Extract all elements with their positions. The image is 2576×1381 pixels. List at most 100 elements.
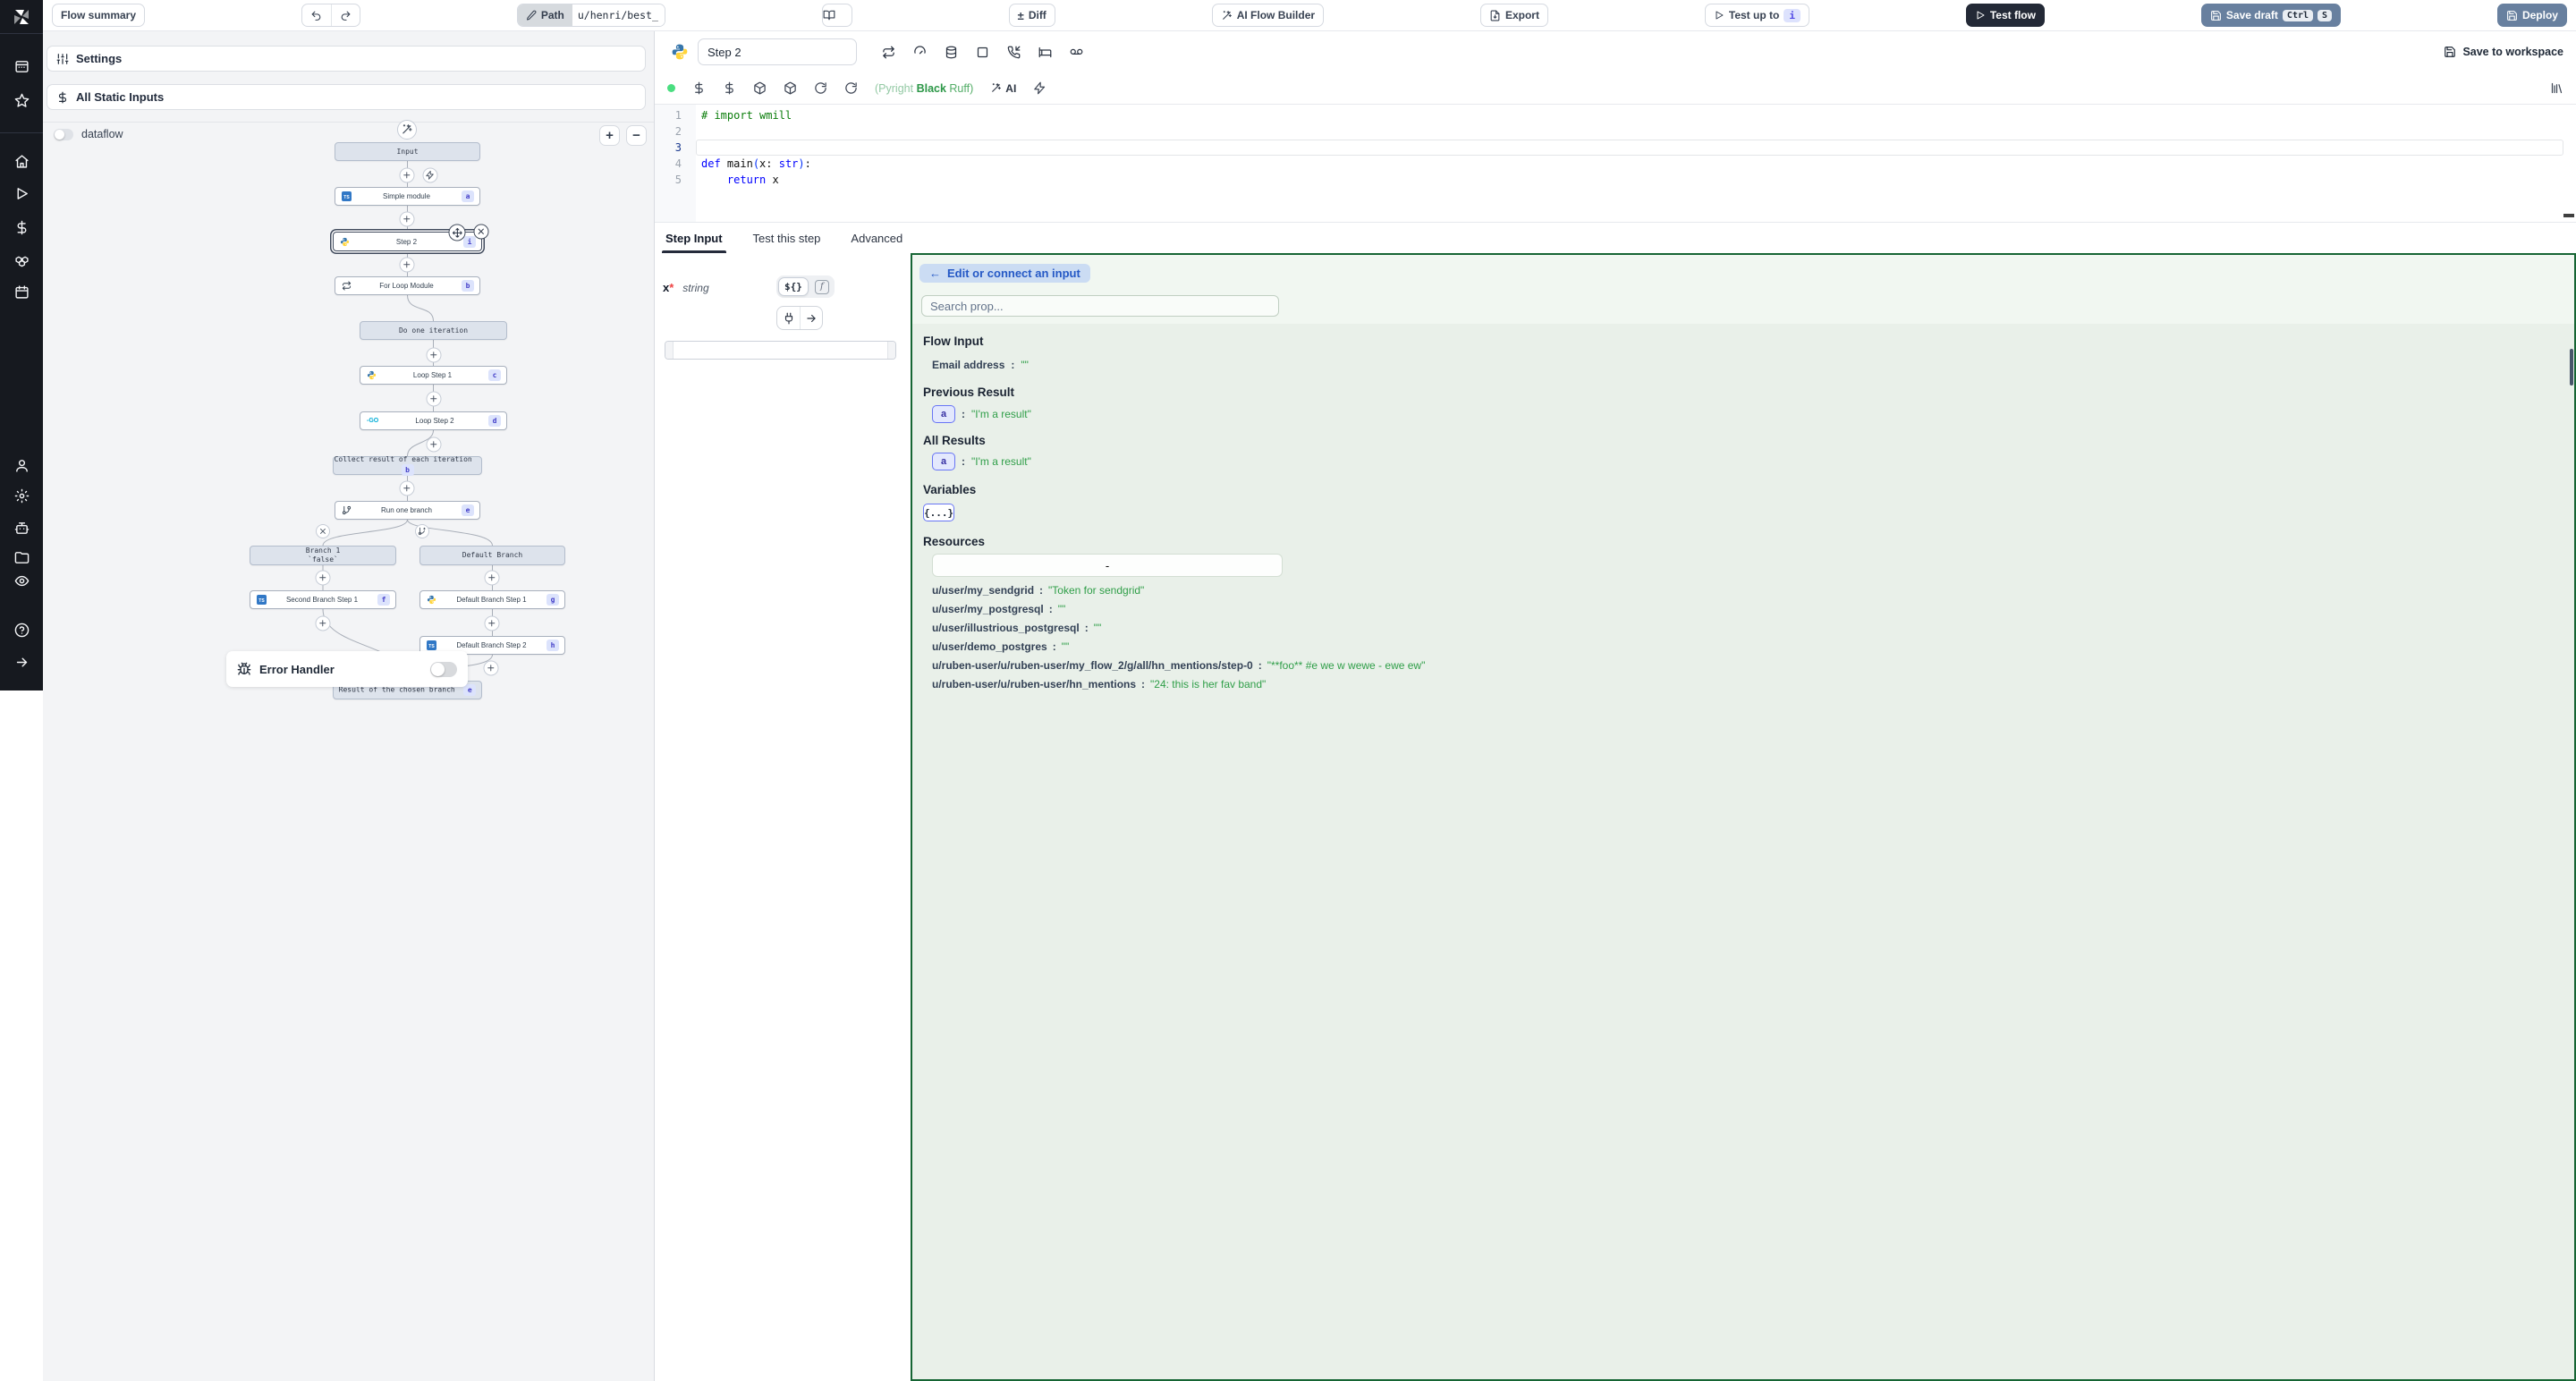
resource-row[interactable]: u/user/illustrious_postgresql:"" <box>923 619 2565 638</box>
dollar-icon[interactable] <box>723 81 736 95</box>
flow-node-collect[interactable]: Collect result of each iteration b <box>333 456 482 475</box>
undo-button[interactable] <box>302 4 331 26</box>
resources-filter-input[interactable]: - <box>932 554 1283 577</box>
trigger-button[interactable] <box>423 168 438 183</box>
step-chip[interactable]: a <box>932 405 955 423</box>
code-editor[interactable]: 12345 # import wmilldef main(x: str): re… <box>655 104 2576 222</box>
dollar-icon[interactable] <box>692 81 706 95</box>
square-icon[interactable] <box>976 46 989 59</box>
add-step-button[interactable] <box>427 437 442 453</box>
zap-icon[interactable] <box>1033 81 1046 95</box>
redo-button[interactable] <box>331 4 360 26</box>
home-icon[interactable] <box>14 154 30 169</box>
search-prop-input[interactable] <box>921 295 1279 317</box>
folders-icon[interactable] <box>14 550 30 565</box>
diff-button[interactable]: ± Diff <box>1009 4 1055 27</box>
gauge-icon[interactable] <box>913 46 927 59</box>
add-step-button[interactable] <box>400 481 415 496</box>
add-step-button[interactable] <box>400 212 415 227</box>
remove-button[interactable] <box>316 524 330 538</box>
ai-assistant-button[interactable]: AI <box>990 82 1016 95</box>
add-step-button[interactable] <box>400 258 415 273</box>
path-input[interactable] <box>572 4 665 26</box>
variables-chip[interactable]: {...} <box>923 504 954 521</box>
help-icon[interactable] <box>14 623 30 638</box>
runs-play-icon[interactable] <box>14 186 30 201</box>
add-step-button[interactable] <box>427 348 442 363</box>
variables-dollar-icon[interactable] <box>14 220 30 235</box>
flow-node-c[interactable]: Loop Step 1c <box>360 366 507 385</box>
add-step-button[interactable] <box>485 571 500 586</box>
argument-value-input[interactable] <box>665 341 896 360</box>
add-step-button[interactable] <box>484 661 499 676</box>
scrollbar-thumb[interactable] <box>2570 349 2573 385</box>
save-to-workspace-button[interactable]: Save to workspace <box>2444 46 2563 58</box>
add-step-button[interactable] <box>427 392 442 407</box>
flow-node-e[interactable]: Run one branche <box>335 501 480 520</box>
prop-row[interactable]: Email address:"" <box>923 355 2565 374</box>
package-icon[interactable] <box>753 81 767 95</box>
add-step-button[interactable] <box>485 616 500 631</box>
tab-advanced[interactable]: Advanced <box>851 223 902 253</box>
user-icon[interactable] <box>14 458 30 473</box>
rotate-cw-icon[interactable] <box>814 81 827 95</box>
flow-node-defbr[interactable]: Default Branch <box>419 546 565 565</box>
flow-node-branch1[interactable]: Branch 1`false` <box>250 546 396 565</box>
save-draft-button[interactable]: Save draft Ctrl S <box>2201 4 2341 27</box>
workspace-icon[interactable] <box>14 59 30 74</box>
package-icon[interactable] <box>784 81 797 95</box>
zoom-out-button[interactable]: − <box>626 125 647 146</box>
database-icon[interactable] <box>945 46 958 59</box>
result-row[interactable]: a:"I'm a result" <box>923 404 2565 424</box>
dataflow-toggle[interactable] <box>54 129 73 140</box>
favorites-star-icon[interactable] <box>14 93 30 108</box>
resource-row[interactable]: u/user/my_postgresql:"" <box>923 600 2565 619</box>
resources-boxes-icon[interactable] <box>14 252 30 267</box>
test-flow-button[interactable]: Test flow <box>1966 4 2045 27</box>
add-step-button[interactable] <box>316 571 331 586</box>
bed-icon[interactable] <box>1038 46 1052 59</box>
tab-step-input[interactable]: Step Input <box>665 223 723 253</box>
deploy-button[interactable]: Deploy <box>2497 4 2567 27</box>
library-icon[interactable] <box>2550 81 2563 95</box>
resource-row[interactable]: u/ruben-user/u/ruben-user/hn_mentions:"2… <box>923 675 2565 694</box>
audit-eye-icon[interactable] <box>14 573 30 589</box>
flow-node-input[interactable]: Input <box>335 142 480 161</box>
plug-connect-button[interactable] <box>777 307 800 329</box>
flow-node-do_iter[interactable]: Do one iteration <box>360 321 507 340</box>
flow-node-a[interactable]: TSSimple modulea <box>335 187 480 206</box>
voicemail-icon[interactable] <box>1070 46 1083 59</box>
error-handler-toggle[interactable] <box>430 662 457 677</box>
resource-row[interactable]: u/ruben-user/u/ruben-user/my_flow_2/g/al… <box>923 657 2565 675</box>
template-expr-button[interactable]: ${} <box>778 277 809 296</box>
repeat-icon[interactable] <box>882 46 895 59</box>
step-chip[interactable]: a <box>932 453 955 470</box>
expand-arrow-icon[interactable] <box>14 655 30 670</box>
phone-incoming-icon[interactable] <box>1007 46 1021 59</box>
flow-node-f[interactable]: TSSecond Branch Step 1f <box>250 590 396 609</box>
add-step-button[interactable] <box>400 168 415 183</box>
readme-button[interactable] <box>822 4 852 27</box>
zoom-in-button[interactable]: + <box>599 125 620 146</box>
result-row[interactable]: a:"I'm a result" <box>923 452 2565 471</box>
insert-arrow-button[interactable] <box>800 307 822 329</box>
edit-or-connect-button[interactable]: ← Edit or connect an input <box>919 264 1090 283</box>
move-node-button[interactable] <box>449 225 466 241</box>
flow-node-g[interactable]: Default Branch Step 1g <box>419 590 565 609</box>
rotate-cw-icon[interactable] <box>844 81 858 95</box>
schedules-calendar-icon[interactable] <box>14 284 30 300</box>
ai-flow-builder-button[interactable]: AI Flow Builder <box>1212 4 1324 27</box>
function-mode-button[interactable]: f <box>815 280 829 294</box>
ai-suggest-button[interactable] <box>397 120 417 140</box>
add-step-button[interactable] <box>316 616 331 631</box>
resource-row[interactable]: u/user/demo_postgres:"" <box>923 638 2565 657</box>
workers-bot-icon[interactable] <box>14 521 30 536</box>
flow-node-d[interactable]: -GOLoop Step 2d <box>360 411 507 430</box>
step-name-input[interactable] <box>698 38 857 65</box>
remove-button[interactable] <box>474 225 489 240</box>
export-button[interactable]: Export <box>1480 4 1548 27</box>
error-handler-card[interactable]: Error Handler <box>226 651 468 687</box>
flow-summary-button[interactable]: Flow summary <box>52 4 145 27</box>
test-up-to-button[interactable]: Test up to i <box>1705 4 1809 27</box>
tab-test-this-step[interactable]: Test this step <box>753 223 821 253</box>
